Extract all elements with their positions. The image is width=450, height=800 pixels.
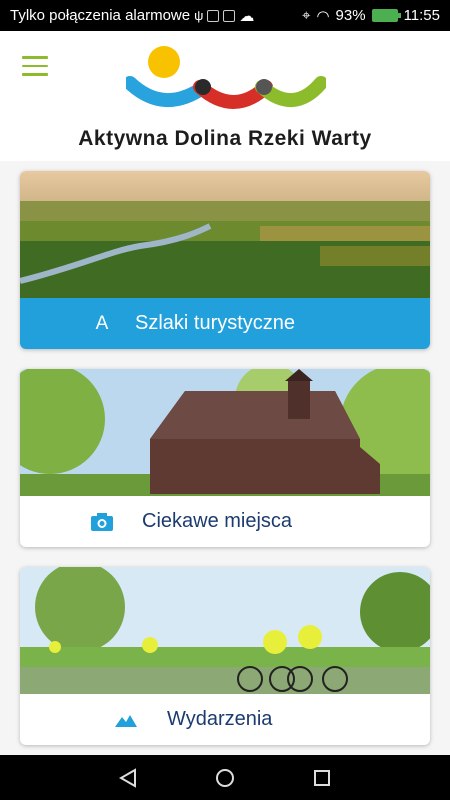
home-icon[interactable]	[210, 763, 240, 793]
recents-icon[interactable]	[307, 763, 337, 793]
location-icon: ⌖	[301, 7, 311, 24]
river-landscape-image	[20, 171, 430, 298]
card-label-bar: Wydarzenia	[20, 694, 430, 745]
mountains-icon	[114, 708, 138, 732]
card-label: Ciekawe miejsca	[142, 510, 293, 532]
card-label: Wydarzenia	[167, 708, 273, 730]
camera-icon	[90, 510, 114, 534]
image-icon	[207, 9, 220, 22]
wifi-icon: ◠	[316, 7, 330, 25]
clock: 11:55	[403, 7, 440, 24]
app-logo	[126, 46, 326, 109]
battery-percent: 93%	[335, 7, 366, 24]
wooden-church-image	[20, 369, 430, 496]
system-nav-bar	[0, 755, 450, 800]
battery-icon	[371, 9, 401, 22]
card-places[interactable]: Ciekawe miejsca	[20, 369, 430, 547]
status-bar: Tylko połączenia alarmowe ψ ☁ ⌖ ◠ 93% 11…	[0, 0, 450, 31]
cyclists-image	[20, 567, 430, 694]
page-title: Aktywna Dolina Rzeki Warty	[78, 127, 372, 150]
usb-icon: ψ	[194, 8, 204, 23]
card-events[interactable]: Wydarzenia	[20, 567, 430, 745]
back-icon[interactable]	[113, 763, 143, 793]
card-label-bar: A Szlaki turystyczne	[20, 298, 430, 349]
hamburger-menu-icon[interactable]	[22, 56, 48, 76]
cloud-icon: ☁	[239, 7, 255, 25]
carrier-text: Tylko połączenia alarmowe	[10, 7, 191, 24]
mail-icon	[223, 9, 236, 22]
card-label-bar: Ciekawe miejsca	[20, 496, 430, 547]
card-label: Szlaki turystyczne	[135, 312, 296, 334]
trail-a-icon: A	[95, 313, 109, 334]
card-trails[interactable]: A Szlaki turystyczne	[20, 171, 430, 349]
app-header: Aktywna Dolina Rzeki Warty	[0, 31, 450, 161]
